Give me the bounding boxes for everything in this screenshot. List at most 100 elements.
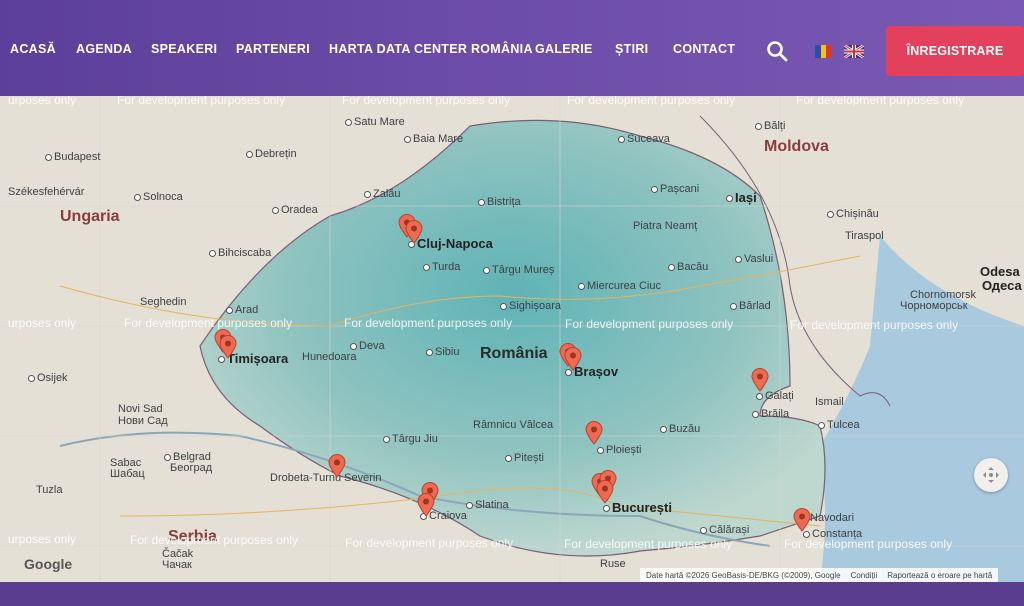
data-center-pin[interactable] bbox=[596, 480, 614, 504]
city-label: Ploiești bbox=[597, 444, 641, 456]
city-label: Slatina bbox=[466, 499, 509, 511]
city-label: Pașcani bbox=[651, 183, 699, 195]
top-navbar: ACASĂ AGENDA SPEAKERI PARTENERI HARTA DA… bbox=[0, 0, 1024, 96]
recenter-button[interactable] bbox=[974, 458, 1008, 492]
city-label: Чачак bbox=[162, 559, 192, 571]
city-label: Sighișoara bbox=[500, 300, 561, 312]
city-label: Solnoca bbox=[134, 191, 183, 203]
dev-watermark: For development purposes only bbox=[565, 317, 734, 331]
dev-watermark: For development purposes only bbox=[790, 318, 959, 332]
city-label: Bălți bbox=[755, 120, 785, 132]
nav-item-parteneri[interactable]: PARTENERI bbox=[236, 42, 310, 56]
data-center-pin[interactable] bbox=[585, 421, 603, 445]
search-icon[interactable] bbox=[766, 40, 788, 62]
city-label: Buzău bbox=[660, 423, 700, 435]
city-label: Bistrița bbox=[478, 196, 521, 208]
data-center-pin[interactable] bbox=[405, 220, 423, 244]
dev-watermark: For development purposes only bbox=[345, 536, 514, 550]
register-button[interactable]: ÎNREGISTRARE bbox=[886, 26, 1024, 76]
dev-watermark: urposes only bbox=[8, 96, 77, 107]
city-label: Brăila bbox=[752, 408, 789, 420]
city-label: Chișinău bbox=[827, 208, 879, 220]
data-center-pin[interactable] bbox=[564, 347, 582, 371]
city-label: Нови Сад bbox=[118, 415, 168, 427]
city-label: Osijek bbox=[28, 372, 68, 384]
city-label: Sibiu bbox=[426, 346, 459, 358]
city-label: Râmnicu Vâlcea bbox=[473, 419, 554, 431]
city-label: Чорноморськ bbox=[900, 300, 968, 312]
city-label: Oradea bbox=[272, 204, 318, 216]
city-label: Odesa bbox=[980, 264, 1020, 279]
city-label: Београд bbox=[170, 462, 213, 474]
data-center-pin[interactable] bbox=[751, 368, 769, 392]
google-logo: Google bbox=[24, 556, 73, 572]
country-label-romania: România bbox=[480, 345, 548, 362]
romanian-flag-icon[interactable] bbox=[815, 45, 833, 58]
dev-watermark: urposes only bbox=[8, 316, 77, 330]
city-label: Suceava bbox=[618, 133, 670, 145]
city-label: Călărași bbox=[700, 524, 749, 536]
move-arrows-icon bbox=[983, 467, 999, 483]
city-label: Miercurea Ciuc bbox=[578, 280, 661, 292]
data-center-pin[interactable] bbox=[793, 508, 811, 532]
data-center-pin[interactable] bbox=[417, 493, 435, 517]
city-label: Debrețin bbox=[246, 148, 297, 160]
dev-watermark: For development purposes only bbox=[130, 533, 299, 547]
nav-item-stiri[interactable]: ȘTIRI bbox=[615, 42, 648, 56]
dev-watermark: For development purposes only bbox=[124, 316, 293, 330]
city-label: Vaslui bbox=[735, 253, 773, 265]
city-label: Zalău bbox=[364, 188, 401, 200]
nav-item-acasa[interactable]: ACASĂ bbox=[10, 42, 56, 56]
city-label: Turda bbox=[423, 261, 460, 273]
data-center-map[interactable]: Ungaria Moldova România Serbia Budapest … bbox=[0, 96, 1024, 582]
city-label: Navodari bbox=[810, 512, 855, 524]
city-label: Tiraspol bbox=[845, 230, 884, 242]
city-label: Iași bbox=[726, 190, 757, 205]
country-label-hungary: Ungaria bbox=[60, 208, 120, 225]
dev-watermark: For development purposes only bbox=[344, 316, 513, 330]
city-label: Piatra Neamț bbox=[633, 220, 698, 232]
map-data-credit: Date hartă ©2026 GeoBasis-DE/BKG (©2009)… bbox=[646, 570, 841, 580]
city-label: Székesfehérvár bbox=[8, 186, 85, 198]
dev-watermark: For development purposes only bbox=[342, 96, 511, 107]
city-label: Târgu Mureș bbox=[483, 264, 554, 276]
nav-item-harta[interactable]: HARTA DATA CENTER ROMÂNIA bbox=[329, 42, 533, 56]
city-label: Bihciscaba bbox=[209, 247, 271, 259]
dev-watermark: For development purposes only bbox=[117, 96, 286, 107]
city-label: Tulcea bbox=[818, 419, 860, 431]
city-label: Tuzla bbox=[36, 484, 63, 496]
city-label: Baia Mare bbox=[404, 133, 463, 145]
nav-item-speakeri[interactable]: SPEAKERI bbox=[151, 42, 217, 56]
terms-link[interactable]: Condiții bbox=[851, 571, 878, 580]
city-label: Budapest bbox=[45, 151, 100, 163]
report-error-link[interactable]: Raportează o eroare pe hartă bbox=[887, 571, 992, 580]
map-attribution: Date hartă ©2026 GeoBasis-DE/BKG (©2009)… bbox=[640, 568, 999, 582]
nav-item-agenda[interactable]: AGENDA bbox=[76, 42, 132, 56]
city-label: Bârlad bbox=[730, 300, 771, 312]
city-label: Одеса bbox=[982, 278, 1022, 293]
city-label: Шабац bbox=[110, 468, 145, 480]
city-label: Pitești bbox=[505, 452, 544, 464]
city-label: Bacău bbox=[668, 261, 708, 273]
city-label: Arad bbox=[226, 304, 258, 316]
city-label: Seghedin bbox=[140, 296, 187, 308]
nav-item-galerie[interactable]: GALERIE bbox=[535, 42, 593, 56]
dev-watermark: For development purposes only bbox=[784, 537, 953, 551]
city-label: Târgu Jiu bbox=[383, 433, 438, 445]
data-center-pin[interactable] bbox=[328, 454, 346, 478]
uk-flag-icon[interactable] bbox=[844, 45, 864, 58]
nav-item-contact[interactable]: CONTACT bbox=[673, 42, 735, 56]
city-label: Satu Mare bbox=[345, 116, 405, 128]
data-center-pin[interactable] bbox=[219, 335, 237, 359]
dev-watermark: urposes only bbox=[8, 532, 77, 546]
city-label: Ruse bbox=[600, 558, 626, 570]
city-label: Ismail bbox=[815, 396, 844, 408]
city-label: Novi Sad bbox=[118, 403, 163, 415]
country-label-moldova: Moldova bbox=[764, 138, 829, 155]
city-label: Hunedoara bbox=[302, 351, 357, 363]
dev-watermark: For development purposes only bbox=[567, 96, 736, 107]
city-label: Drobeta-Turnu Severin bbox=[270, 472, 382, 484]
dev-watermark: For development purposes only bbox=[564, 537, 733, 551]
dev-watermark: For development purposes only bbox=[796, 96, 965, 107]
map-base bbox=[0, 96, 1024, 582]
